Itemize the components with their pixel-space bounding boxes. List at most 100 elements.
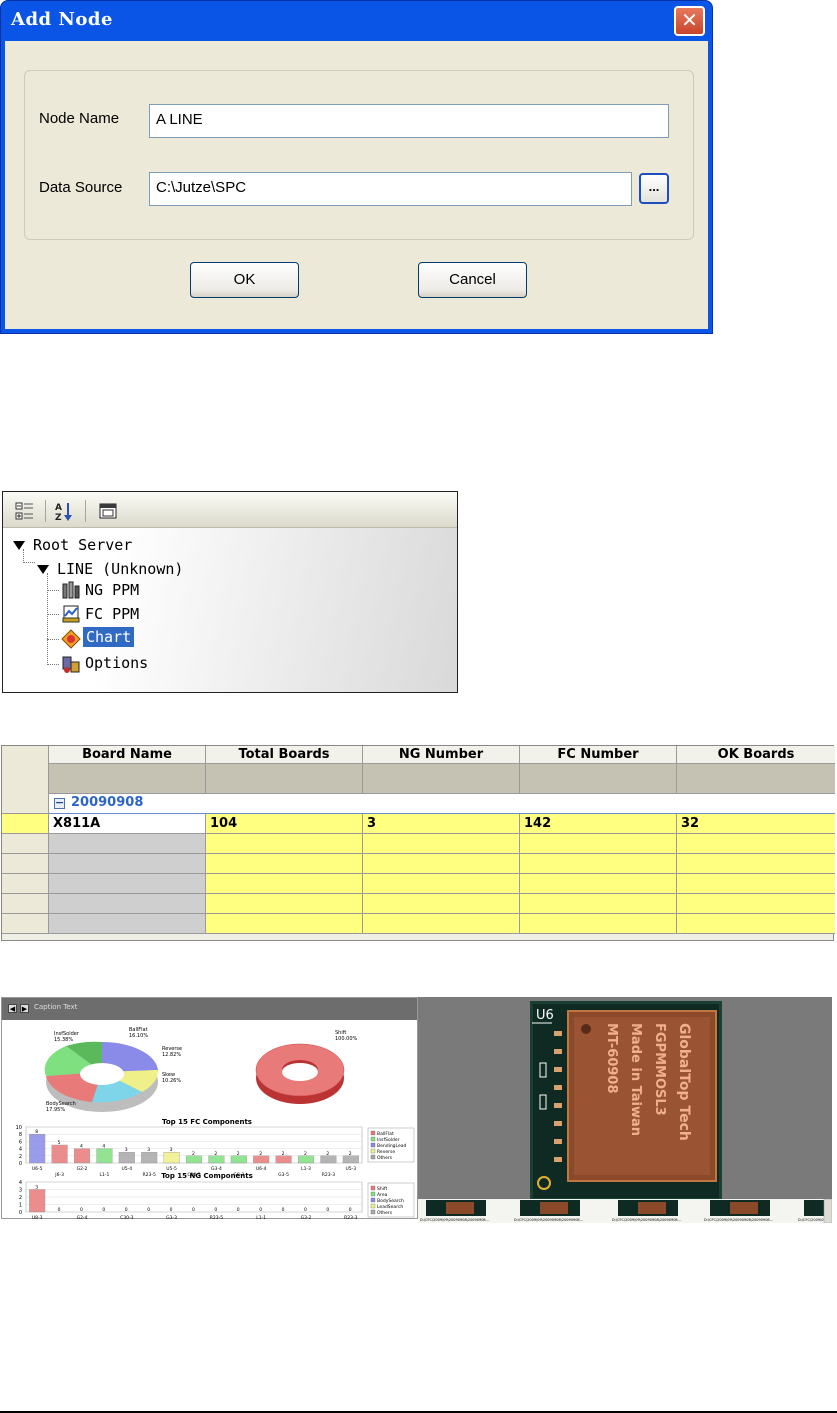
table-cell[interactable]: 104 [206, 814, 363, 834]
table-cell[interactable] [206, 894, 363, 914]
legend-swatch [370, 1197, 376, 1203]
filter-cell[interactable] [677, 764, 835, 794]
filter-cell[interactable] [363, 764, 520, 794]
row-header[interactable] [2, 894, 49, 914]
tree-item-options[interactable]: Options [85, 654, 148, 672]
bar-value-label: 0 [282, 1207, 285, 1213]
table-cell[interactable] [363, 914, 520, 934]
table-cell[interactable] [206, 854, 363, 874]
bar [73, 1148, 91, 1164]
table-cell[interactable]: 142 [520, 814, 677, 834]
table-cell[interactable] [49, 894, 206, 914]
node-tree-panel: A Z Root Server LINE (Unknown) NG PPM FC… [2, 491, 458, 693]
table-cell[interactable] [363, 854, 520, 874]
y-tick-label: 8 [19, 1132, 22, 1138]
data-source-input[interactable]: C:\Jutze\SPC [149, 172, 632, 206]
filter-cell[interactable] [520, 764, 677, 794]
tree-item-ng-ppm[interactable]: NG PPM [85, 581, 139, 599]
pie-pct: 100.00% [335, 1036, 357, 1042]
bar [185, 1155, 203, 1164]
row-header[interactable] [2, 814, 49, 834]
table-cell[interactable] [206, 834, 363, 854]
row-header[interactable] [2, 834, 49, 854]
tree-item-fc-ppm[interactable]: FC PPM [85, 605, 139, 623]
column-header[interactable]: FC Number [520, 746, 677, 764]
sort-alphabetical-icon[interactable]: A Z [53, 500, 75, 522]
ok-button[interactable]: OK [190, 262, 299, 298]
thumbnail-caption: D:\CFC\2009\09\20090908\20090908... [704, 1218, 773, 1222]
node-name-input[interactable]: A LINE [149, 104, 669, 138]
component-photo[interactable]: U6 GlobalTop Tech FGPMMOSL3 Made in Taiw… [530, 1001, 722, 1201]
cancel-button[interactable]: Cancel [418, 262, 527, 298]
table-cell[interactable] [677, 874, 835, 894]
x-tick-label: C30-3 [120, 1215, 133, 1220]
legend-entry: BallFlat [377, 1131, 394, 1137]
expand-triangle-icon[interactable] [13, 541, 25, 550]
table-cell[interactable] [677, 854, 835, 874]
fc-bar-chart: 10864208U6-55J6-34G2-24L1-13U5-43R23-53U… [16, 1125, 363, 1178]
table-cell[interactable] [49, 874, 206, 894]
categorized-icon[interactable] [13, 500, 35, 522]
prev-arrow-icon[interactable]: ◀ [8, 1004, 17, 1013]
table-cell[interactable] [677, 894, 835, 914]
table-cell[interactable] [520, 914, 677, 934]
x-tick-label: G2-2 [77, 1166, 88, 1172]
bar-value-label: 2 [282, 1151, 285, 1157]
table-cell[interactable] [520, 894, 677, 914]
fc-ppm-icon [62, 605, 80, 623]
row-header[interactable] [2, 914, 49, 934]
legend-swatch [370, 1191, 376, 1197]
table-cell[interactable] [520, 854, 677, 874]
filter-cell[interactable] [206, 764, 363, 794]
table-cell[interactable] [363, 874, 520, 894]
table-cell[interactable]: X811A [49, 814, 206, 834]
bar-value-label: 0 [80, 1207, 83, 1213]
close-button[interactable]: ✕ [674, 6, 705, 36]
chart-svg: InsfSolder 15.38% BallFlat 16.10% Revers… [16, 1027, 415, 1220]
group-row[interactable]: − 20090908 [49, 794, 835, 814]
next-arrow-icon[interactable]: ▶ [20, 1004, 29, 1013]
tree-item-root-server[interactable]: Root Server [13, 536, 132, 554]
table-cell[interactable]: 32 [677, 814, 835, 834]
column-header[interactable]: Total Boards [206, 746, 363, 764]
column-header[interactable]: OK Boards [677, 746, 835, 764]
thumbnail-caption: D:\CFC\2009\09\20090908\20090908... [612, 1218, 681, 1222]
row-header[interactable] [2, 854, 49, 874]
thumbnail-list: D:\CFC\2009\09\20090908\20090908... D:\CF… [418, 1199, 832, 1223]
collapse-icon[interactable]: − [54, 797, 65, 809]
table-cell[interactable] [206, 914, 363, 934]
table-cell[interactable] [677, 914, 835, 934]
table-cell[interactable] [677, 834, 835, 854]
bar [163, 1151, 180, 1164]
thumbnail: D:\CFC\2009\09\20090908\20090908... [420, 1200, 489, 1222]
column-header[interactable]: Board Name [49, 746, 206, 764]
group-label: 20090908 [71, 795, 144, 810]
table-cell[interactable] [520, 834, 677, 854]
bar [29, 1133, 46, 1164]
browse-button[interactable]: ... [639, 173, 669, 204]
y-tick-label: 4 [19, 1147, 22, 1153]
table-cell[interactable] [49, 914, 206, 934]
expand-triangle-icon[interactable] [37, 565, 49, 574]
chip-shape [540, 1202, 568, 1214]
table-cell[interactable] [206, 874, 363, 894]
table-cell[interactable] [520, 874, 677, 894]
table-cell[interactable] [49, 834, 206, 854]
bar-value-label: 0 [147, 1207, 150, 1213]
toolbar-separator [45, 500, 46, 522]
filter-cell[interactable] [49, 764, 206, 794]
table-cell[interactable] [363, 894, 520, 914]
tree-item-chart[interactable]: Chart [83, 627, 135, 647]
legend-entry: Others [377, 1210, 393, 1216]
bar-value-label: 0 [214, 1207, 217, 1213]
row-header[interactable] [2, 874, 49, 894]
fc-legend: BallFlatInsfSolderBendingLeadReverseOthe… [367, 1127, 415, 1163]
tree-item-line[interactable]: LINE (Unknown) [37, 560, 183, 578]
column-header[interactable]: NG Number [363, 746, 520, 764]
bar-value-label: 0 [349, 1207, 352, 1213]
property-pages-icon[interactable] [97, 500, 119, 522]
table-cell[interactable]: 3 [363, 814, 520, 834]
bar-value-label: 3 [147, 1147, 150, 1153]
table-cell[interactable] [363, 834, 520, 854]
table-cell[interactable] [49, 854, 206, 874]
